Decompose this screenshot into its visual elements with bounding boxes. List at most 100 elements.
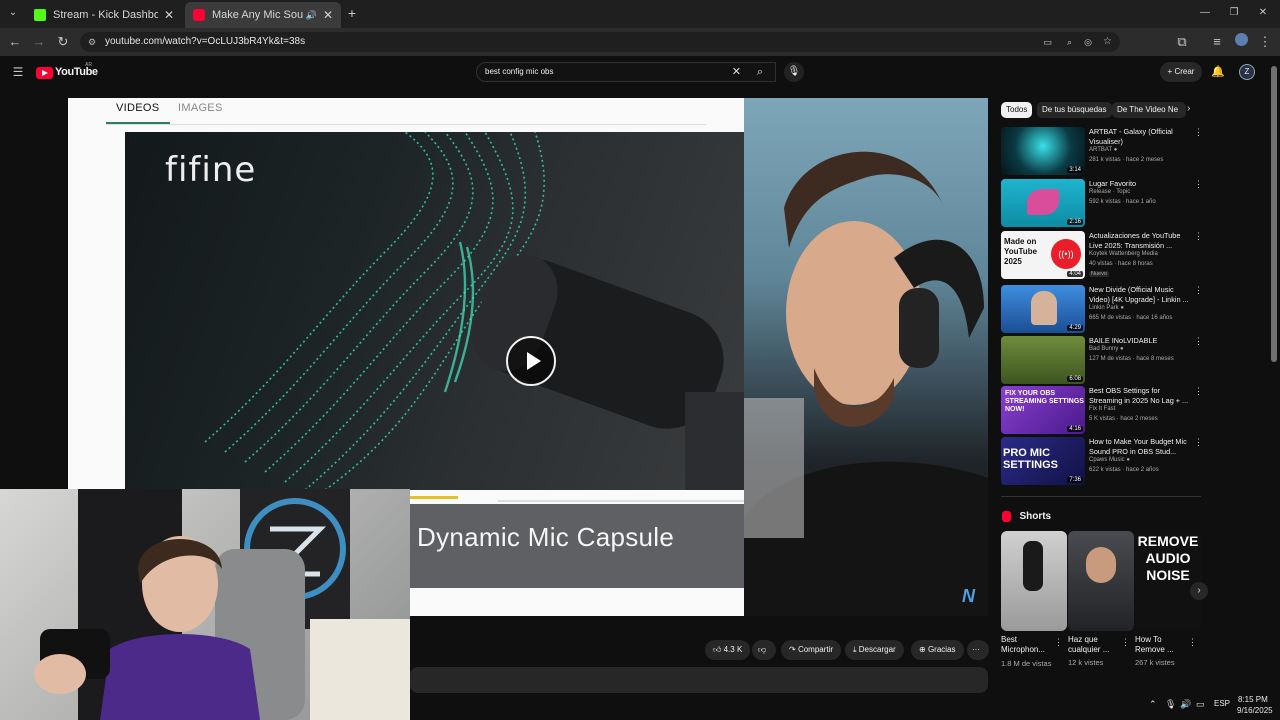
list-item[interactable]: 4:29 New Divide (Official Music Video) [… (1001, 285, 1203, 333)
video-title[interactable]: Best OBS Settings for Streaming in 2025 … (1089, 386, 1191, 405)
more-actions-button[interactable]: ··· (967, 640, 989, 660)
browser-menu-icon[interactable]: ⋮ (1256, 33, 1274, 51)
extensions-icon[interactable]: ⧉ (1173, 33, 1191, 51)
channel-name[interactable]: Fix It Fast (1089, 406, 1115, 412)
search-button[interactable]: ⌕ (745, 62, 775, 82)
chevron-right-icon[interactable]: › (1187, 103, 1190, 114)
description-box[interactable] (410, 667, 988, 693)
more-options-icon[interactable]: ⋮ (1054, 637, 1063, 648)
minimize-button[interactable]: — (1196, 4, 1214, 22)
hamburger-menu-icon[interactable]: ☰ (9, 63, 27, 81)
clear-search-icon[interactable]: ✕ (732, 63, 741, 81)
network-icon[interactable]: ▭ (1196, 699, 1205, 710)
chip-from-searches[interactable]: De tus búsquedas (1037, 102, 1112, 118)
more-options-icon[interactable]: ⋮ (1194, 336, 1203, 347)
site-info-icon[interactable]: ⚙ (88, 32, 96, 52)
close-tab-icon[interactable]: ✕ (323, 8, 333, 22)
video-meta: 5 K vistas · hace 2 meses (1089, 416, 1158, 422)
share-button[interactable]: ↷ Compartir (781, 640, 842, 660)
more-options-icon[interactable]: ⋮ (1194, 231, 1203, 242)
avatar[interactable]: Z (1239, 64, 1255, 80)
short-thumbnail[interactable]: REMOVE AUDIO NOISE (1135, 531, 1201, 631)
more-options-icon[interactable]: ⋮ (1188, 637, 1197, 648)
notifications-bell-icon[interactable]: 🔔 (1209, 63, 1227, 81)
browser-tab-bar: ⌄ Stream - Kick Dashboard ✕ Make Any Mic… (0, 0, 1280, 28)
list-item[interactable]: 2:16 Lugar Favorito Release · Topic 592 … (1001, 179, 1203, 227)
video-thumbnail[interactable]: FIX YOUR OBS STREAMING SETTINGS NOW! 4:16 (1001, 386, 1085, 434)
mic-tray-icon[interactable]: 🎙 (1165, 699, 1176, 710)
chip-all[interactable]: Todos (1001, 102, 1033, 118)
clock-time[interactable]: 8:15 PM (1238, 695, 1268, 704)
tab-youtube-video[interactable]: Make Any Mic Sound Exper 🔊 ✕ (185, 2, 341, 28)
zoom-icon[interactable]: ⌕ (1067, 32, 1072, 52)
tray-chevron-icon[interactable]: ⌃ (1149, 699, 1157, 710)
close-tab-icon[interactable]: ✕ (164, 8, 174, 22)
short-overlay-text: REMOVE AUDIO NOISE (1137, 533, 1199, 583)
video-thumbnail[interactable]: 2:16 (1001, 179, 1085, 227)
create-button[interactable]: + Crear (1160, 62, 1202, 82)
more-options-icon[interactable]: ⋮ (1194, 127, 1203, 138)
search-input[interactable]: best config mic obs ✕ (476, 62, 776, 82)
more-options-icon[interactable]: ⋮ (1194, 285, 1203, 296)
video-title[interactable]: Actualizaciones de YouTube Live 2025: Tr… (1089, 231, 1191, 250)
cast-icon[interactable]: ▭ (1043, 32, 1052, 52)
list-item[interactable]: 6:08 BAILE INoLVIDABLE Bad Bunny ● 127 M… (1001, 336, 1203, 384)
channel-name[interactable]: Cpaws Music ● (1089, 457, 1130, 463)
like-button[interactable]: 👍︎ 4.3 K (705, 640, 751, 660)
reload-icon[interactable]: ↻ (54, 33, 72, 51)
shorts-next-arrow-icon[interactable]: › (1190, 582, 1208, 600)
forward-icon[interactable]: → (30, 33, 48, 51)
close-window-button[interactable]: ✕ (1254, 4, 1272, 22)
more-options-icon[interactable]: ⋮ (1194, 437, 1203, 448)
video-title[interactable]: Lugar Favorito (1089, 179, 1191, 189)
eye-off-icon[interactable]: ◎ (1084, 32, 1092, 52)
thanks-button[interactable]: ⊕ Gracias (911, 640, 964, 660)
tab-search-chevron-icon[interactable]: ⌄ (4, 4, 22, 22)
more-options-icon[interactable]: ⋮ (1121, 637, 1130, 648)
short-thumbnail[interactable] (1001, 531, 1067, 631)
more-options-icon[interactable]: ⋮ (1194, 386, 1203, 397)
kick-icon (34, 9, 46, 21)
video-thumbnail[interactable]: 3:14 (1001, 127, 1085, 175)
chip-channel[interactable]: De The Video Ne (1112, 102, 1186, 118)
download-button[interactable]: ⤓ Descargar (845, 640, 904, 660)
speaker-icon[interactable]: 🔊 (306, 10, 317, 21)
short-title[interactable]: How To Remove ... (1135, 635, 1191, 655)
video-thumbnail[interactable]: 4:29 (1001, 285, 1085, 333)
channel-name[interactable]: ARTBAT ● (1089, 147, 1117, 153)
video-thumbnail[interactable]: PRO MIC SETTINGS 7:36 (1001, 437, 1085, 485)
media-control-icon[interactable]: ≡ (1208, 33, 1226, 51)
short-title[interactable]: Haz que cualquier ... (1068, 635, 1124, 655)
profile-icon[interactable] (1232, 33, 1250, 51)
volume-icon[interactable]: 🔊 (1180, 699, 1191, 710)
video-title[interactable]: How to Make Your Budget Mic Sound PRO in… (1089, 437, 1191, 456)
video-title[interactable]: New Divide (Official Music Video) [4K Up… (1089, 285, 1191, 304)
voice-search-button[interactable]: 🎙 (784, 62, 804, 82)
short-thumbnail[interactable] (1068, 531, 1134, 631)
video-title[interactable]: BAILE INoLVIDABLE (1089, 336, 1191, 346)
play-button[interactable] (506, 336, 556, 386)
address-bar[interactable]: ⚙ youtube.com/watch?v=OcLUJ3bR4Yk&t=38s … (80, 32, 1120, 52)
channel-name[interactable]: Koytek Wattenberg Media (1089, 251, 1158, 257)
bookmark-star-icon[interactable]: ☆ (1103, 32, 1112, 52)
clock-date[interactable]: 9/16/2025 (1237, 706, 1273, 715)
channel-name[interactable]: Release · Topic (1089, 189, 1130, 195)
list-item[interactable]: 3:14 ARTBAT - Galaxy (Official Visualise… (1001, 127, 1203, 175)
video-thumbnail[interactable]: 6:08 (1001, 336, 1085, 384)
new-tab-button[interactable]: + (343, 4, 361, 22)
language-indicator[interactable]: ESP (1214, 699, 1230, 708)
tab-kick-dashboard[interactable]: Stream - Kick Dashboard ✕ (26, 2, 182, 28)
list-item[interactable]: PRO MIC SETTINGS 7:36 How to Make Your Bu… (1001, 437, 1203, 485)
short-title[interactable]: Best Microphon... (1001, 635, 1057, 655)
more-options-icon[interactable]: ⋮ (1194, 179, 1203, 190)
channel-name[interactable]: Bad Bunny ● (1089, 346, 1124, 352)
page-scrollbar[interactable] (1271, 66, 1277, 362)
video-thumbnail[interactable]: Made on YouTube 2025 ((•)) 4:04 (1001, 231, 1085, 279)
list-item[interactable]: Made on YouTube 2025 ((•)) 4:04 Actualizac… (1001, 231, 1203, 279)
restore-button[interactable]: ❐ (1225, 4, 1243, 22)
list-item[interactable]: FIX YOUR OBS STREAMING SETTINGS NOW! 4:16 … (1001, 386, 1203, 434)
dislike-button[interactable]: 👎︎ (752, 640, 776, 660)
back-icon[interactable]: ← (6, 33, 24, 51)
video-title[interactable]: ARTBAT - Galaxy (Official Visualiser) (1089, 127, 1191, 146)
channel-name[interactable]: Linkin Park ● (1089, 305, 1124, 311)
